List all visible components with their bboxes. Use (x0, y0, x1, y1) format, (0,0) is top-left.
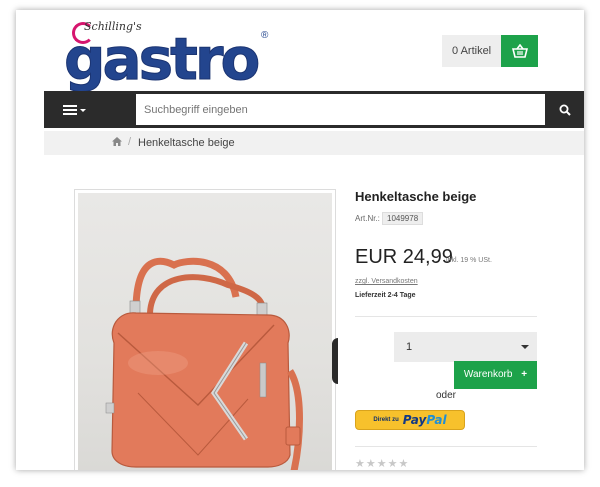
add-to-cart-button[interactable]: Warenkorb + (454, 361, 537, 389)
add-to-cart-label: Warenkorb (463, 369, 513, 380)
plus-icon: + (521, 369, 528, 380)
quantity-value: 1 (406, 341, 413, 353)
quantity-select[interactable]: 1 (394, 332, 537, 362)
paypal-button[interactable]: Direkt zu Pay Pal (355, 410, 465, 430)
page-frame: Schilling's gastro ® 0 Artikel Suchbegri… (16, 10, 584, 470)
home-icon[interactable] (112, 137, 122, 149)
article-number: 1049978 (382, 212, 424, 225)
paypal-logo-pay: Pay (402, 413, 427, 427)
search-icon (559, 104, 571, 116)
basket-icon (511, 44, 528, 58)
breadcrumb-separator: / (128, 136, 132, 148)
logo-registered: ® (261, 30, 269, 41)
cart-button[interactable] (501, 35, 538, 67)
hamburger-menu-icon (63, 104, 86, 115)
tax-note: inkl. 19 % USt. (446, 257, 492, 264)
logo-wordmark: gastro (63, 25, 260, 94)
product-price: EUR 24,99 (355, 246, 453, 268)
search-input[interactable] (136, 94, 545, 125)
breadcrumb: / Henkeltasche beige (44, 131, 584, 155)
product-title: Henkeltasche beige (355, 189, 477, 204)
breadcrumb-current: Henkeltasche beige (138, 137, 235, 149)
product-image-frame[interactable] (74, 189, 336, 470)
divider (355, 446, 537, 447)
shipping-costs-link[interactable]: zzgl. Versandkosten (355, 278, 418, 285)
site-logo[interactable]: Schilling's gastro ® (62, 16, 268, 94)
article-number-label: Art.Nr.: (355, 214, 380, 223)
rating-stars-icon[interactable]: ★★★★★ (355, 457, 409, 470)
chevron-down-icon (521, 345, 529, 349)
delivery-time: Lieferzeit 2-4 Tage (355, 292, 416, 299)
search-button[interactable] (545, 91, 584, 128)
paypal-prefix: Direkt zu (373, 417, 399, 423)
gallery-edge (332, 338, 338, 384)
product-image (78, 193, 332, 470)
search-bar (44, 91, 584, 128)
menu-button[interactable] (44, 91, 106, 128)
or-label: oder (436, 390, 457, 401)
paypal-logo-pal: Pal (426, 413, 447, 427)
divider (355, 316, 537, 317)
